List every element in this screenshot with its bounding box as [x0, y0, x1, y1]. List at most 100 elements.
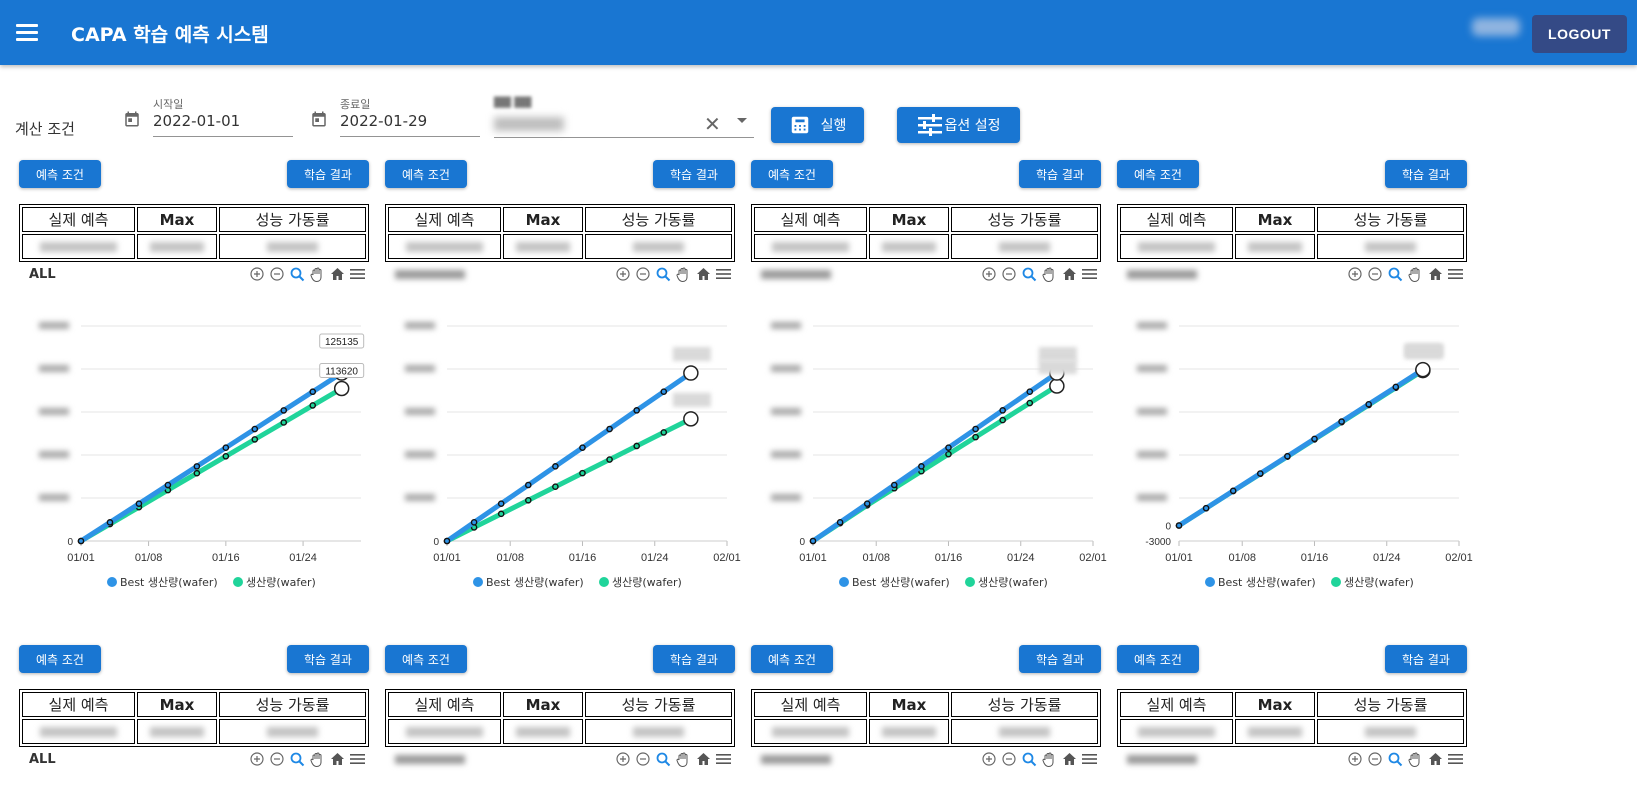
predict-condition-button[interactable]: 예측 조건: [385, 645, 467, 673]
chart-menu-icon[interactable]: [349, 266, 365, 282]
selection-zoom-icon[interactable]: [1021, 751, 1037, 767]
run-button[interactable]: 실행: [771, 107, 864, 143]
chart-legend[interactable]: Best 생산량(wafer) 생산량(wafer): [839, 576, 1048, 589]
home-reset-icon[interactable]: [329, 266, 345, 282]
selection-zoom-icon[interactable]: [1387, 751, 1403, 767]
y-tick-label-redacted: [39, 408, 69, 415]
start-date-value[interactable]: 2022-01-01: [153, 112, 240, 130]
pan-hand-icon[interactable]: [675, 266, 691, 282]
clear-icon[interactable]: ✕: [704, 112, 721, 136]
max-value-redacted: [1235, 234, 1315, 259]
data-point-end[interactable]: [333, 380, 350, 397]
zoom-out-icon[interactable]: [269, 751, 285, 767]
zoom-in-icon[interactable]: [615, 266, 631, 282]
predict-condition-button[interactable]: 예측 조건: [751, 160, 833, 188]
learn-result-button[interactable]: 학습 결과: [287, 645, 369, 673]
pan-hand-icon[interactable]: [675, 751, 691, 767]
selection-zoom-icon[interactable]: [1387, 266, 1403, 282]
learn-result-button[interactable]: 학습 결과: [653, 160, 735, 188]
home-reset-icon[interactable]: [1427, 266, 1443, 282]
end-date-field[interactable]: 종료일 2022-01-29: [310, 96, 480, 140]
zoom-out-icon[interactable]: [269, 266, 285, 282]
calendar-icon[interactable]: [123, 110, 141, 128]
chart-menu-icon[interactable]: [1447, 751, 1463, 767]
learn-result-button[interactable]: 학습 결과: [287, 160, 369, 188]
zoom-out-icon[interactable]: [635, 266, 651, 282]
home-reset-icon[interactable]: [329, 751, 345, 767]
x-tick-label: 02/01: [713, 552, 741, 564]
predict-condition-button[interactable]: 예측 조건: [1117, 160, 1199, 188]
home-reset-icon[interactable]: [1061, 751, 1077, 767]
learn-result-button[interactable]: 학습 결과: [1019, 160, 1101, 188]
data-point-end[interactable]: [1415, 361, 1431, 378]
chart-name-redacted: [761, 755, 831, 764]
zoom-out-icon[interactable]: [1001, 266, 1017, 282]
selection-zoom-icon[interactable]: [289, 751, 305, 767]
zoom-out-icon[interactable]: [1367, 751, 1383, 767]
predict-condition-button[interactable]: 예측 조건: [751, 645, 833, 673]
home-reset-icon[interactable]: [1427, 751, 1443, 767]
chart-header: ALL: [19, 266, 369, 284]
stats-table: 실제 예측 Max 성능 가동률: [385, 204, 735, 262]
zoom-in-icon[interactable]: [981, 266, 997, 282]
chart-menu-icon[interactable]: [349, 751, 365, 767]
learn-result-button[interactable]: 학습 결과: [653, 645, 735, 673]
col-performance-rate: 성능 가동률: [951, 692, 1098, 717]
pan-hand-icon[interactable]: [1407, 266, 1423, 282]
chart-legend[interactable]: Best 생산량(wafer) 생산량(wafer): [107, 576, 316, 589]
data-point-end[interactable]: [1049, 378, 1065, 394]
data-label-redacted: [1404, 344, 1443, 359]
zoom-out-icon[interactable]: [1367, 266, 1383, 282]
dropdown-caret-icon[interactable]: [737, 118, 747, 123]
selection-zoom-icon[interactable]: [289, 266, 305, 282]
zoom-in-icon[interactable]: [1347, 751, 1363, 767]
pan-hand-icon[interactable]: [1041, 751, 1057, 767]
selection-zoom-icon[interactable]: [655, 266, 671, 282]
predict-condition-button[interactable]: 예측 조건: [19, 160, 101, 188]
learn-result-button[interactable]: 학습 결과: [1019, 645, 1101, 673]
legend-best-label: Best 생산량(wafer): [1218, 576, 1316, 589]
pan-hand-icon[interactable]: [1041, 266, 1057, 282]
data-point-end[interactable]: [683, 411, 699, 427]
learn-result-button[interactable]: 학습 결과: [1385, 160, 1467, 188]
pan-hand-icon[interactable]: [309, 751, 325, 767]
legend-best-label: Best 생산량(wafer): [486, 576, 584, 589]
options-button[interactable]: 옵션 설정: [897, 107, 1020, 143]
home-reset-icon[interactable]: [1061, 266, 1077, 282]
user-name-redacted: [1472, 18, 1520, 36]
chart-menu-icon[interactable]: [1081, 751, 1097, 767]
zoom-out-icon[interactable]: [635, 751, 651, 767]
pan-hand-icon[interactable]: [309, 266, 325, 282]
menu-icon[interactable]: [16, 24, 38, 42]
chart-menu-icon[interactable]: [1447, 266, 1463, 282]
predict-condition-button[interactable]: 예측 조건: [19, 645, 101, 673]
chart-menu-icon[interactable]: [715, 266, 731, 282]
zoom-in-icon[interactable]: [615, 751, 631, 767]
predict-condition-button[interactable]: 예측 조건: [1117, 645, 1199, 673]
chart-panel: 예측 조건 학습 결과 실제 예측 Max 성능 가동률 ALL 0 01/01 0…: [19, 160, 385, 620]
selection-zoom-icon[interactable]: [655, 751, 671, 767]
start-date-field[interactable]: 시작일 2022-01-01: [123, 96, 293, 140]
zoom-out-icon[interactable]: [1001, 751, 1017, 767]
end-date-value[interactable]: 2022-01-29: [340, 112, 427, 130]
data-point-end[interactable]: [683, 365, 699, 381]
chart-legend[interactable]: Best 생산량(wafer) 생산량(wafer): [1205, 576, 1414, 589]
process-select-value-redacted: [494, 117, 564, 131]
learn-result-button[interactable]: 학습 결과: [1385, 645, 1467, 673]
selection-zoom-icon[interactable]: [1021, 266, 1037, 282]
zoom-in-icon[interactable]: [249, 751, 265, 767]
y-tick-label-redacted: [39, 365, 69, 372]
zoom-in-icon[interactable]: [249, 266, 265, 282]
predict-condition-button[interactable]: 예측 조건: [385, 160, 467, 188]
chart-legend[interactable]: Best 생산량(wafer) 생산량(wafer): [473, 576, 682, 589]
chart-menu-icon[interactable]: [1081, 266, 1097, 282]
zoom-in-icon[interactable]: [1347, 266, 1363, 282]
chart-menu-icon[interactable]: [715, 751, 731, 767]
home-reset-icon[interactable]: [695, 751, 711, 767]
home-reset-icon[interactable]: [695, 266, 711, 282]
logout-button[interactable]: LOGOUT: [1532, 15, 1627, 53]
pan-hand-icon[interactable]: [1407, 751, 1423, 767]
calendar-icon[interactable]: [310, 110, 328, 128]
process-select-redacted[interactable]: ▇▇ ▇▇ ✕: [494, 95, 754, 143]
zoom-in-icon[interactable]: [981, 751, 997, 767]
